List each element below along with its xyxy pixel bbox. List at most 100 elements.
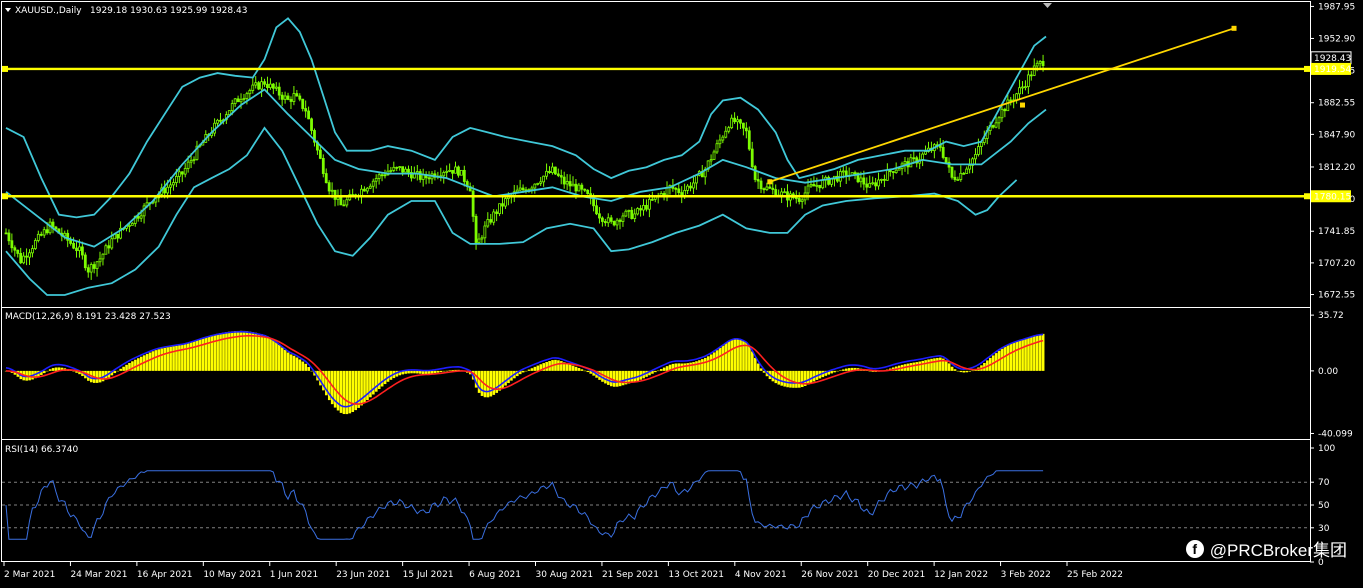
candle	[10, 233, 14, 253]
date-tick-label: 24 Mar 2021	[70, 570, 127, 580]
candle-body	[63, 232, 67, 237]
candle	[536, 182, 540, 186]
candle-body	[551, 166, 554, 174]
macd-bar	[116, 370, 120, 372]
candle-body	[298, 95, 302, 100]
candle-body	[518, 187, 522, 191]
candle	[101, 253, 105, 266]
ohlc-label: 1929.18 1930.63 1925.99 1928.43	[90, 6, 247, 16]
macd-bar	[419, 370, 422, 374]
candle	[351, 188, 355, 196]
candle	[871, 176, 875, 186]
candle	[430, 171, 434, 185]
candle-body	[800, 199, 804, 202]
macd-bar	[709, 354, 713, 371]
candle	[571, 176, 575, 187]
candle-body	[724, 130, 728, 138]
candle	[824, 175, 828, 188]
macd-bar	[1030, 336, 1033, 371]
candle	[997, 116, 1001, 130]
candle	[865, 177, 869, 194]
candle-body	[750, 148, 754, 167]
macd-bar	[947, 363, 951, 371]
candle-body	[398, 166, 402, 169]
candle-body	[730, 117, 734, 129]
rsi-tick-label: 50	[1318, 501, 1330, 511]
level-anchor	[2, 65, 8, 72]
candle-body	[415, 171, 419, 174]
macd-bar	[427, 370, 431, 374]
trading-chart[interactable]: 1987.951952.901917.851882.551847.901812.…	[0, 0, 1363, 588]
candle-body	[844, 170, 848, 177]
candle-body	[139, 215, 143, 219]
macd-bar	[204, 337, 208, 371]
candle	[636, 207, 640, 216]
candle	[412, 166, 416, 179]
macd-bar	[912, 362, 916, 371]
macd-bar	[175, 345, 178, 371]
candle	[395, 166, 399, 172]
candle-body	[365, 187, 369, 192]
macd-bar	[739, 339, 742, 371]
macd-bar	[565, 363, 569, 371]
candle-body	[1006, 99, 1010, 112]
date-tick-label: 4 Nov 2021	[735, 570, 787, 580]
candle-body	[821, 179, 825, 189]
macd-bar	[956, 370, 960, 372]
candle	[368, 183, 372, 190]
candle	[551, 162, 554, 175]
candle	[277, 82, 281, 100]
candle	[718, 134, 722, 149]
candle-body	[498, 203, 501, 214]
candle-body	[783, 191, 786, 194]
candle-body	[239, 98, 243, 103]
macd-bar	[433, 370, 437, 374]
candle-body	[1032, 65, 1036, 76]
candle	[183, 163, 187, 178]
candle-body	[254, 82, 258, 86]
macd-bar	[533, 366, 537, 371]
candle	[686, 184, 689, 195]
macd-bar	[953, 369, 957, 371]
candle-body	[962, 172, 966, 175]
candle	[968, 158, 972, 174]
candle-body	[462, 169, 466, 182]
candle	[656, 192, 660, 204]
candle	[953, 170, 957, 182]
macd-tick-label: 35.72	[1318, 311, 1344, 321]
candle	[483, 221, 487, 245]
candle-body	[571, 183, 575, 187]
macd-bar	[1006, 345, 1010, 371]
date-tick-label: 26 Nov 2021	[801, 570, 859, 580]
macd-bar	[936, 357, 939, 371]
candle	[600, 216, 604, 227]
macd-bar	[654, 370, 657, 373]
candle-body	[877, 179, 880, 187]
candle	[436, 171, 440, 180]
candle-body	[75, 247, 78, 251]
candle	[195, 140, 199, 161]
candle-body	[177, 171, 181, 177]
candle	[647, 194, 651, 218]
macd-bar	[806, 370, 810, 385]
candle-body	[921, 153, 925, 161]
candle-body	[442, 172, 446, 177]
candle	[318, 146, 322, 160]
candle-body	[295, 93, 299, 97]
candle	[730, 114, 734, 130]
candle-body	[407, 168, 410, 173]
candle-body	[72, 243, 75, 249]
macd-bar	[1009, 343, 1013, 371]
candle-body	[280, 94, 284, 100]
candle-body	[883, 178, 886, 181]
candle	[257, 80, 261, 91]
macd-bar	[280, 347, 284, 371]
candle-body	[130, 223, 134, 226]
macd-bar	[612, 370, 616, 387]
macd-bar	[492, 370, 496, 395]
candle-body	[301, 98, 305, 109]
candle-body	[7, 232, 11, 242]
macd-bar	[272, 340, 275, 371]
macd-bar	[968, 370, 972, 372]
macd-bar	[933, 358, 936, 371]
